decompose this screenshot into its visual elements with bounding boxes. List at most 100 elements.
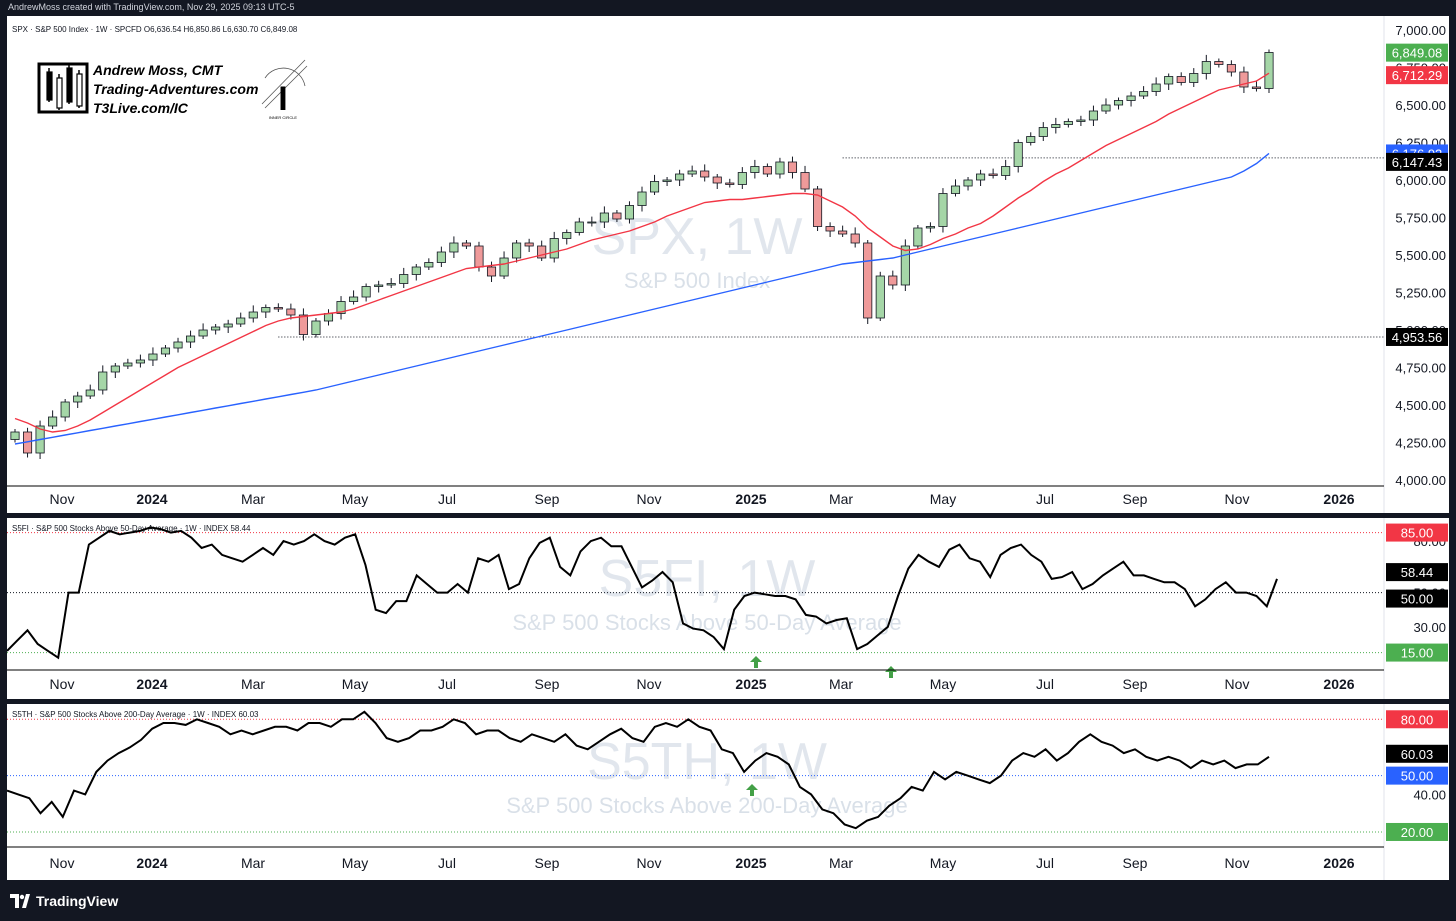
price-candle [449, 236, 459, 258]
price-candle [223, 319, 233, 333]
price-candle [838, 225, 848, 237]
price-chart[interactable]: SPX, 1WS&P 500 Index SPX · S&P 500 Index … [7, 16, 1449, 513]
price-candle [700, 164, 710, 182]
inner-circle-logo-icon: IINNER CIRCLE [261, 59, 308, 120]
s5fi-label-upper: 85.00 [1386, 523, 1448, 542]
price-candle-body [1051, 124, 1061, 128]
price-ytick-label: 5,750.00 [1395, 211, 1446, 226]
s5fi-xaxis-label: Mar [241, 676, 265, 692]
s5th-panel[interactable]: S5TH, 1W S&P 500 Stocks Above 200-Day Ave… [7, 704, 1449, 880]
price-candle [461, 240, 471, 249]
price-candle [186, 330, 196, 348]
price-candle-body [286, 308, 296, 316]
s5fi-xaxis-label: Mar [829, 676, 853, 692]
price-xaxis-label: May [342, 491, 368, 507]
s5th-chart[interactable]: S5TH, 1WS&P 500 Stocks Above 200-Day Ave… [7, 704, 1449, 880]
price-label-sma-fast: 6,712.29 [1386, 66, 1448, 85]
price-candle-body [675, 173, 685, 181]
s5fi-chart[interactable]: S5FI, 1WS&P 500 Stocks Above 50-Day Aver… [7, 518, 1449, 699]
price-candle-body [863, 242, 873, 319]
s5fi-xaxis-label: Sep [1123, 676, 1148, 692]
s5th-xaxis-label: 2026 [1323, 855, 1354, 871]
price-candle [537, 240, 547, 261]
tradingview-footer[interactable]: TradingView [10, 891, 118, 911]
price-candle-body [1264, 52, 1274, 89]
price-panel[interactable]: SPX, 1W S&P 500 Index SPX · S&P 500 Index … [7, 16, 1449, 513]
s5th-watermark-title: S5TH, 1W [587, 733, 827, 791]
price-candle [825, 222, 835, 237]
price-candle-body [938, 193, 948, 227]
price-candle-body [574, 221, 584, 233]
price-candle [900, 239, 910, 291]
price-xaxis-label: Mar [241, 491, 265, 507]
price-candle-body [1063, 121, 1073, 125]
s5th-xaxis-label: Sep [535, 855, 560, 871]
arrow-head [885, 666, 897, 672]
price-candle [1264, 49, 1274, 93]
s5th-label-upper: 80.00 [1386, 710, 1448, 729]
price-candle-body [98, 371, 108, 391]
author-site: Trading-Adventures.com [93, 81, 258, 97]
price-candle [988, 168, 998, 179]
price-candle-body [700, 170, 710, 178]
s5fi-panel[interactable]: S5FI, 1W S&P 500 Stocks Above 50-Day Aver… [7, 518, 1449, 699]
price-candle-body [787, 161, 798, 173]
s5th-xaxis-label: Jul [438, 855, 456, 871]
s5fi-xaxis-label: May [930, 676, 956, 692]
price-candle-body [474, 245, 484, 268]
price-candle-body [486, 266, 497, 277]
price-candle [675, 169, 685, 186]
s5th-xaxis-label: Nov [50, 855, 75, 871]
price-candle [1101, 98, 1111, 114]
badge-text: INNER CIRCLE [269, 115, 298, 120]
price-candle-body [838, 230, 848, 235]
price-candle-body [913, 227, 923, 247]
price-candle [48, 410, 58, 429]
price-candle-body [762, 166, 772, 175]
s5fi-xaxis-label: Jul [1036, 676, 1054, 692]
price-candle-body [173, 341, 183, 349]
price-candle [110, 363, 120, 378]
price-legend: SPX · S&P 500 Index · 1W · SPCFD O6,636.… [12, 25, 298, 34]
price-candle-body [800, 172, 810, 190]
price-candle [1001, 159, 1011, 180]
price-candle-body [1126, 95, 1136, 101]
s5fi-xaxis-label: 2025 [735, 676, 766, 692]
price-candle [1239, 66, 1249, 93]
s5fi-label-lower: 15.00 [1386, 643, 1448, 662]
price-candle-body [135, 359, 145, 364]
s5th-label-lower-text: 20.00 [1401, 825, 1434, 840]
price-candle-body [349, 296, 359, 302]
price-candle-body [524, 242, 534, 247]
tradingview-logo-icon [10, 894, 30, 908]
s5fi-watermark-title: S5FI, 1W [599, 550, 816, 608]
s5fi-ytick-label: 30.00 [1413, 620, 1446, 635]
created-with-text: AndrewMoss created with TradingView.com,… [8, 2, 295, 12]
footer-brand: TradingView [36, 893, 119, 909]
price-candle [60, 399, 70, 422]
price-candle [562, 229, 572, 245]
green-arrow-icon [750, 656, 762, 668]
s5fi-xaxis-label: Nov [50, 676, 75, 692]
logo-body [46, 71, 53, 101]
price-candle-body [1151, 83, 1161, 92]
price-candle-body [1164, 76, 1174, 85]
price-candle [875, 271, 885, 321]
price-candle-body [223, 323, 233, 328]
logo-body [66, 67, 73, 103]
price-candle [1176, 72, 1186, 86]
price-candle-body [725, 182, 735, 185]
price-candle-body [361, 286, 371, 298]
price-candle-body [976, 173, 986, 181]
price-candle-body [950, 185, 961, 194]
price-candle-body [599, 212, 609, 223]
price-candle [762, 163, 772, 177]
price-ytick-label: 4,750.00 [1395, 361, 1446, 376]
price-candle [374, 280, 384, 293]
price-candle-body [461, 242, 471, 247]
price-xaxis-label: Jul [438, 491, 456, 507]
s5th-xaxis-label: Sep [1123, 855, 1148, 871]
price-candle-body [10, 431, 20, 440]
s5fi-label-upper-text: 85.00 [1401, 526, 1434, 541]
price-label-level-high: 6,147.43 [1386, 152, 1448, 171]
